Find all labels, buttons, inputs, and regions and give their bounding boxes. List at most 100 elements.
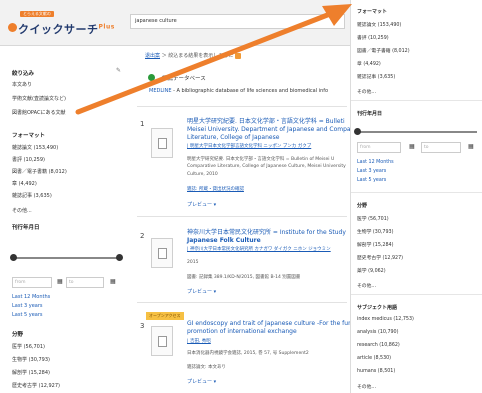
rp-subject2-item[interactable]: index medicus (12,753) [357, 317, 414, 322]
search-input[interactable]: japanese culture [130, 14, 345, 29]
result-thumbnail[interactable] [151, 128, 173, 158]
result-number: 1 [140, 120, 145, 128]
result-author: | 吉田, 秀昭 [187, 339, 211, 344]
result-meta: 2015 [187, 260, 199, 265]
preview-toggle[interactable]: プレビュー ▾ [187, 378, 216, 385]
rp-format-title: フォーマット [357, 9, 388, 15]
result-title[interactable]: 明星大学研究紀要. 日本文化学部・言語文化学科 = Bulleti [187, 118, 345, 126]
date-link-3y[interactable]: Last 3 years [12, 303, 43, 309]
document-icon [158, 336, 167, 347]
result-number: 2 [140, 232, 145, 240]
rp-subject-item[interactable]: 医学 (56,701) [357, 215, 389, 222]
rp-format-item[interactable]: 章 (4,492) [357, 60, 381, 67]
rp-date-link-3y[interactable]: Last 3 years [357, 169, 386, 174]
result-thumbnail[interactable] [151, 238, 173, 268]
logo-text: クイックサーチPlus [18, 23, 115, 36]
result-title-line[interactable]: Meisei University. Department of Japanes… [187, 126, 351, 134]
rp-date-slider[interactable] [357, 131, 477, 133]
rp-date-title: 刊行年月日 [357, 111, 383, 117]
rp-subject-item[interactable]: 歴史考古学 (12,927) [357, 254, 403, 261]
rp-subject2-item[interactable]: analysis (10,790) [357, 330, 398, 335]
narrow-title: 絞り込み [12, 71, 35, 77]
subject-item[interactable]: 歴史考古学 (12,927) [12, 382, 60, 389]
rp-subject-title: 分野 [357, 203, 368, 209]
result-availability[interactable]: 雑誌: 所蔵・貸出状況の確認 [187, 186, 244, 192]
calendar-icon[interactable]: ▦ [409, 143, 415, 150]
rp-date-link-12m[interactable]: Last 12 Months [357, 160, 394, 165]
document-icon [158, 248, 167, 259]
result-title-line[interactable]: Japanese Folk Culture [187, 237, 261, 245]
rp-subject-item[interactable]: 生物学 (30,793) [357, 228, 393, 235]
open-access-badge: オープンアクセス [146, 312, 184, 320]
divider [137, 302, 347, 303]
filter-opac[interactable]: 図書館OPACにある文献 [12, 109, 65, 116]
date-from-input[interactable]: from [12, 277, 52, 288]
subject-item[interactable]: 解剖学 (15,284) [12, 369, 50, 376]
date-slider[interactable] [12, 257, 120, 259]
result-title-line[interactable]: Literature, College of Japanese [187, 134, 279, 142]
preview-toggle[interactable]: プレビュー ▾ [187, 201, 216, 208]
preview-toggle[interactable]: プレビュー ▾ [187, 288, 216, 295]
rp-format-item[interactable]: 書評 (10,259) [357, 34, 389, 41]
rp-subject-item[interactable]: 解剖学 (15,284) [357, 241, 393, 248]
rp-date-to-input[interactable]: to [421, 142, 461, 153]
rp-date-from-input[interactable]: from [357, 142, 401, 153]
rp-subject2-title: サブジェクト用語 [357, 305, 398, 311]
result-title[interactable]: GI endoscopy and trait of Japanese cultu… [187, 320, 351, 328]
filter-fulltext[interactable]: 本文あり [12, 81, 32, 88]
format-more[interactable]: その他... [12, 207, 32, 214]
date-to-input[interactable]: to [66, 277, 104, 288]
db-link[interactable]: MEDLINE [149, 88, 171, 94]
calendar-icon[interactable]: ▦ [110, 278, 116, 285]
left-sidebar: 絞り込み ✎ 本文あり 学術文献(査読論文など) 図書館OPACにある文献 フォ… [0, 47, 130, 393]
right-panel: フォーマット 雑誌論文 (153,490) 書評 (10,259) 図書／電子書… [350, 0, 482, 393]
pencil-icon[interactable]: ✎ [116, 67, 121, 74]
rp-subject-more[interactable]: その他... [357, 282, 376, 289]
logo-tagline: とらえる文献の [20, 11, 54, 17]
format-item[interactable]: 書評 (10,259) [12, 156, 45, 163]
format-item[interactable]: 図書／電子書籍 (8,012) [12, 168, 67, 175]
filter-scholarly[interactable]: 学術文献(査読論文など) [12, 95, 66, 102]
format-item[interactable]: 雑誌記事 (3,635) [12, 192, 52, 199]
rss-icon[interactable] [235, 52, 242, 59]
subject-item[interactable]: 医学 (56,701) [12, 343, 45, 350]
divider [137, 106, 347, 107]
result-title-line[interactable]: promotion of international exchange [187, 328, 297, 336]
result-availability[interactable]: 雑誌論文: 本文あり [187, 364, 226, 370]
rp-date-slider-handle[interactable] [354, 128, 361, 135]
subject-item[interactable]: 生物学 (30,793) [12, 356, 50, 363]
rp-subject-item[interactable]: 薬学 (9,062) [357, 267, 386, 274]
result-thumbnail[interactable] [151, 326, 173, 356]
rp-format-more[interactable]: その他... [357, 88, 376, 95]
calendar-icon[interactable]: ▦ [57, 278, 63, 285]
rp-subject2-item[interactable]: humans (8,501) [357, 369, 395, 374]
rp-subject2-item[interactable]: research (10,862) [357, 343, 400, 348]
logo-mark-icon [8, 23, 17, 32]
format-title: フォーマット [12, 133, 46, 139]
result-title[interactable]: 神奈川大学日本常民文化研究所 = Institute for the Study [187, 229, 346, 237]
recommended-db-title: 推薦データベース [162, 76, 206, 82]
divider [351, 294, 482, 295]
result-author: | 神奈川大学日本常民文化研究所 カナガワ ダイガク ニホン ジョウミン [187, 247, 331, 252]
result-meta: 明星大学研究紀要. 日本文化学部・言語文化学科 = Bulletin of Me… [187, 157, 335, 162]
calendar-icon[interactable]: ▦ [468, 143, 474, 150]
breadcrumb-link[interactable]: 退出案 [145, 53, 160, 59]
date-link-12m[interactable]: Last 12 Months [12, 294, 50, 300]
date-link-5y[interactable]: Last 5 years [12, 312, 43, 318]
rp-date-link-5y[interactable]: Last 5 years [357, 178, 386, 183]
rp-subject2-more[interactable]: その他... [357, 383, 376, 390]
rp-format-item[interactable]: 雑誌論文 (153,490) [357, 21, 401, 28]
date-slider-handle-left[interactable] [10, 254, 17, 261]
rp-format-item[interactable]: 図書／電子書籍 (8,012) [357, 47, 410, 54]
rp-subject2-item[interactable]: article (8,530) [357, 356, 391, 361]
format-item[interactable]: 雑誌論文 (153,490) [12, 144, 58, 151]
rp-format-item[interactable]: 雑誌記事 (3,635) [357, 73, 395, 80]
breadcrumb: 退出案 ＞ 絞込まる結果を表示しました [145, 52, 242, 59]
format-item[interactable]: 章 (4,492) [12, 180, 37, 187]
date-slider-handle-right[interactable] [116, 254, 123, 261]
database-icon [148, 74, 155, 81]
logo[interactable]: とらえる文献の クイックサーチPlus [6, 9, 114, 37]
result-meta: 日本消化器内視鏡学会雑誌, 2015, 巻 57, 号 Supplement2 [187, 351, 309, 356]
result-availability[interactable]: 図書: 記録集 389.1/KD-N/2015, 図書館 B-14 別置図書 [187, 274, 300, 280]
divider [351, 100, 482, 101]
